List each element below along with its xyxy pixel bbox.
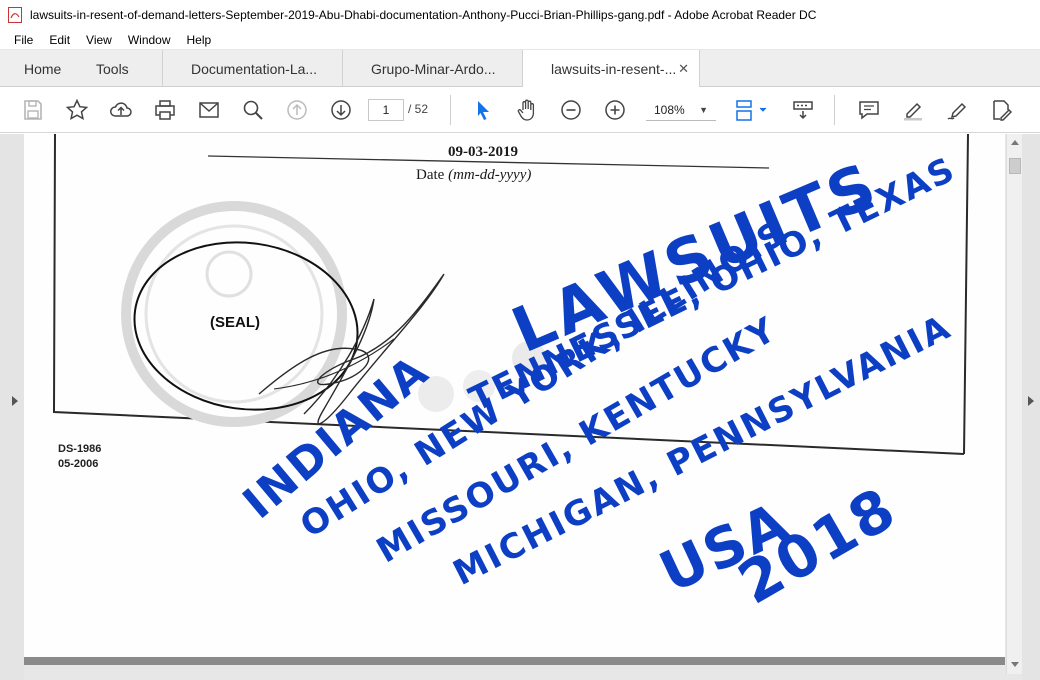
tab-label: lawsuits-in-resent-... <box>551 61 677 77</box>
page-display-icon[interactable] <box>734 97 770 123</box>
previous-page-icon[interactable] <box>284 97 310 123</box>
scrollbar-thumb[interactable] <box>1009 158 1021 174</box>
read-mode-icon[interactable] <box>790 97 816 123</box>
tab-bar: Home Tools Documentation-La... Grupo-Min… <box>0 50 1040 88</box>
tab-label: Documentation-La... <box>191 60 318 77</box>
page-number-input[interactable]: 1 <box>368 99 404 121</box>
date-label: Date (mm-dd-yyyy) <box>416 167 531 184</box>
save-icon[interactable] <box>20 97 46 123</box>
tab-document-1[interactable]: Documentation-La... <box>162 50 342 87</box>
date-format-hint: (mm-dd-yyyy) <box>448 167 532 183</box>
tab-document-3-active[interactable]: lawsuits-in-resent-... ✕ <box>522 50 700 88</box>
toolbar-divider <box>450 95 451 125</box>
scroll-up-icon[interactable] <box>1011 140 1019 145</box>
select-pointer-icon[interactable] <box>470 97 496 123</box>
form-number: DS-1986 <box>58 443 102 455</box>
zoom-level-value: 108% <box>654 103 685 117</box>
form-revision-date: 05-2006 <box>58 458 99 470</box>
zoom-out-icon[interactable] <box>558 97 584 123</box>
menu-help[interactable]: Help <box>187 33 212 47</box>
page-gap <box>24 665 1005 680</box>
cloud-upload-icon[interactable] <box>108 97 134 123</box>
expand-left-panel-icon[interactable] <box>12 396 18 406</box>
sign-pen-icon[interactable] <box>944 97 970 123</box>
zoom-in-icon[interactable] <box>602 97 628 123</box>
expand-right-panel-icon[interactable] <box>1028 396 1034 406</box>
window-title: lawsuits-in-resent-of-demand-letters-Sep… <box>30 8 817 22</box>
email-icon[interactable] <box>196 97 222 123</box>
horizontal-scrollbar[interactable] <box>24 657 1005 665</box>
right-panel-gutter <box>1022 134 1040 680</box>
menu-bar: File Edit View Window Help <box>0 30 1040 50</box>
zoom-level-dropdown[interactable]: 108% ▼ <box>646 99 716 121</box>
document-viewport[interactable]: 09-03-2019 Date (mm-dd-yyyy) (SEAL) DS-1… <box>0 134 1040 680</box>
tab-home[interactable]: Home <box>12 50 82 87</box>
edit-pdf-icon[interactable] <box>988 97 1014 123</box>
menu-view[interactable]: View <box>86 33 112 47</box>
toolbar: 1 / 52 108% ▼ <box>0 87 1040 133</box>
pdf-page: 09-03-2019 Date (mm-dd-yyyy) (SEAL) DS-1… <box>24 134 1005 657</box>
tab-label: Grupo-Minar-Ardo... <box>371 60 496 77</box>
vertical-scrollbar[interactable] <box>1006 134 1022 674</box>
title-bar: lawsuits-in-resent-of-demand-letters-Sep… <box>0 0 1040 30</box>
seal-label: (SEAL) <box>210 314 260 331</box>
scroll-down-icon[interactable] <box>1011 662 1019 667</box>
highlight-pen-icon[interactable] <box>900 97 926 123</box>
date-value: 09-03-2019 <box>448 144 518 160</box>
menu-file[interactable]: File <box>14 33 33 47</box>
page-total: / 52 <box>408 102 429 116</box>
tab-tools[interactable]: Tools <box>82 50 162 87</box>
next-page-icon[interactable] <box>328 97 354 123</box>
search-icon[interactable] <box>240 97 266 123</box>
print-icon[interactable] <box>152 97 178 123</box>
bookmark-star-icon[interactable] <box>64 97 90 123</box>
hand-tool-icon[interactable] <box>514 97 540 123</box>
toolbar-divider <box>834 95 835 125</box>
chevron-down-icon: ▼ <box>699 105 708 115</box>
form-number-block: DS-1986 05-2006 <box>58 442 101 472</box>
left-panel-gutter <box>0 134 24 680</box>
tab-document-2[interactable]: Grupo-Minar-Ardo... <box>342 50 522 87</box>
menu-window[interactable]: Window <box>128 33 171 47</box>
comment-icon[interactable] <box>856 97 882 123</box>
pdf-file-icon <box>8 7 22 23</box>
menu-edit[interactable]: Edit <box>49 33 70 47</box>
date-label-prefix: Date <box>416 167 449 183</box>
close-tab-icon[interactable]: ✕ <box>678 61 689 77</box>
